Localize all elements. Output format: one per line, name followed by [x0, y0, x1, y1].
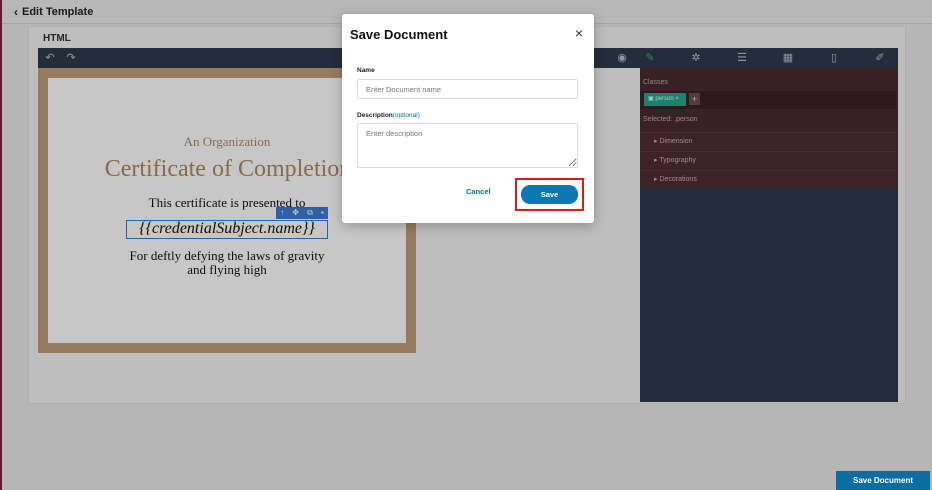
document-name-input[interactable]	[357, 79, 578, 99]
save-document-button[interactable]: Save Document	[836, 471, 930, 490]
description-input[interactable]	[357, 123, 578, 168]
modal-title: Save Document	[350, 27, 448, 42]
description-label: Description(optional)	[357, 112, 420, 119]
optional-label: (optional)	[392, 112, 420, 119]
description-label-text: Description	[357, 112, 393, 119]
close-icon[interactable]: ×	[575, 25, 583, 41]
name-label: Name	[357, 67, 375, 74]
cancel-button[interactable]: Cancel	[466, 187, 491, 196]
save-document-dialog: Save Document × Name Description(optiona…	[342, 14, 594, 223]
save-button-highlight	[515, 178, 584, 211]
